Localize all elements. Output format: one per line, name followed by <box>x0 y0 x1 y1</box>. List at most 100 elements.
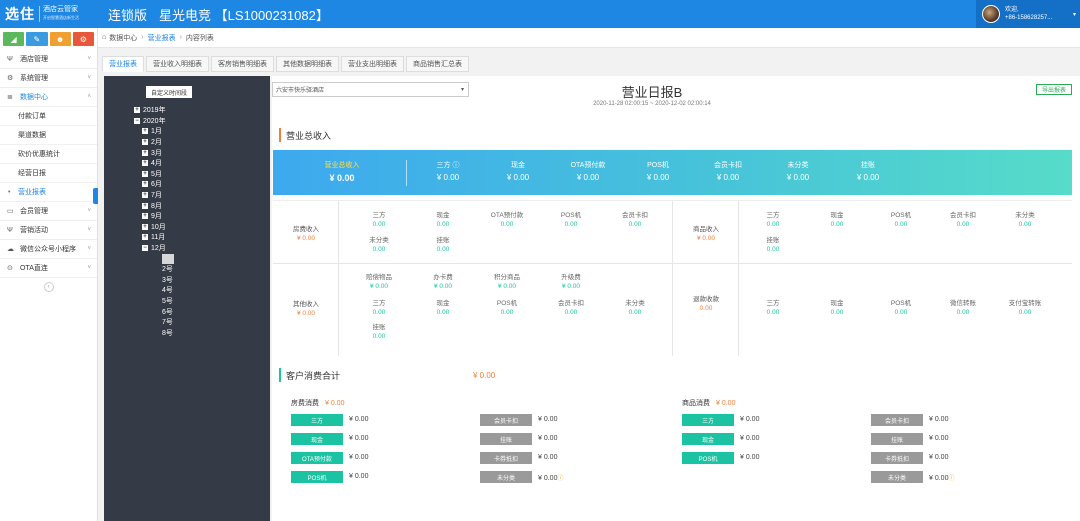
tree-node-label: 2020年 <box>143 117 166 125</box>
tree-node[interactable]: +9月 <box>134 211 174 222</box>
tree-node[interactable]: 5号 <box>134 296 174 307</box>
custom-range-button[interactable]: 自定义时间段 <box>146 86 192 98</box>
tree-node[interactable]: +4月 <box>134 158 174 169</box>
sidebar-subitem-2[interactable]: 砍价优惠统计 <box>0 145 97 164</box>
expand-icon[interactable]: + <box>142 160 148 167</box>
tree-node[interactable]: +6月 <box>134 179 174 190</box>
tree-node[interactable]: +8月 <box>134 200 174 211</box>
goods-income: 商品收入 ¥ 0.00 <box>676 223 736 242</box>
info-icon[interactable]: ⓘ <box>948 476 954 482</box>
tab-1[interactable]: 营业收入明细表 <box>146 56 209 72</box>
detail-cell-label: 会员卡扣 <box>558 300 584 307</box>
collapse-sidebar-button[interactable]: ‹ <box>43 282 54 292</box>
export-report-button[interactable]: 导出报表 <box>1036 84 1072 95</box>
collapse-icon[interactable]: − <box>134 117 140 124</box>
room-income: 房费收入 ¥ 0.00 <box>276 223 336 242</box>
room-consume-pill-value: ¥ 0.00 <box>349 454 369 461</box>
chevron-down-icon: ˅ <box>87 208 91 214</box>
chevron-down-icon: ˅ <box>87 265 91 271</box>
tree-node[interactable]: 3号 <box>134 275 174 286</box>
tree-node[interactable]: +2月 <box>134 137 174 148</box>
sidebar-item-3[interactable]: ▭ 会员管理 ˅ <box>0 202 97 221</box>
expand-icon[interactable]: + <box>142 128 148 135</box>
detail-cell-label: 办卡费 <box>433 274 453 281</box>
expand-icon[interactable]: + <box>134 107 140 114</box>
gear-icon[interactable]: ⚙ <box>72 32 94 46</box>
detail-cell-value: ¥ 0.00 <box>561 283 581 290</box>
tree-node[interactable]: +1月 <box>134 126 174 137</box>
tree-node[interactable]: 7号 <box>134 317 174 328</box>
sidebar-item-2[interactable]: ≣ 数据中心 ˄ <box>0 88 97 107</box>
app-logo[interactable]: 选住 酒店云管家 开启智慧酒店新生活 <box>0 4 104 24</box>
expand-icon[interactable]: + <box>142 202 148 209</box>
expand-icon[interactable]: + <box>142 223 148 230</box>
detail-cell-value: 0.00 <box>628 221 642 228</box>
expand-icon[interactable]: + <box>142 192 148 199</box>
user-menu[interactable]: 欢迎, +86-158628257... ▾ <box>976 0 1080 28</box>
expand-icon[interactable]: + <box>142 213 148 220</box>
room-consume-pill: OTA预付款 <box>291 452 343 464</box>
tree-node[interactable]: +2019年 <box>134 105 174 116</box>
tree-node-label <box>162 253 174 264</box>
tab-0[interactable]: 营业报表 <box>102 56 144 72</box>
summary-label: OTA预付款 <box>570 162 606 169</box>
sidebar-subitem-3[interactable]: 经营日报 <box>0 164 97 183</box>
tree-node-label: 3月 <box>151 149 162 157</box>
tree-node[interactable]: +10月 <box>134 222 174 233</box>
tab-3[interactable]: 其他数据明细表 <box>276 56 339 72</box>
chevron-down-icon: ˅ <box>87 75 91 81</box>
tree-node[interactable]: +7月 <box>134 190 174 201</box>
tab-2[interactable]: 客房销售明细表 <box>211 56 274 72</box>
collapse-icon[interactable]: − <box>142 245 148 252</box>
detail-cell-label: 挂账 <box>436 237 450 244</box>
expand-icon[interactable]: + <box>142 181 148 188</box>
breadcrumb-section[interactable]: 营业报表 <box>148 33 176 43</box>
divider <box>338 201 339 356</box>
tree-node-label: 7月 <box>151 192 162 200</box>
tree-node[interactable]: +11月 <box>134 232 174 243</box>
tree-node[interactable]: −2020年 <box>134 116 174 127</box>
consumption-total: ¥ 0.00 <box>473 371 496 380</box>
sidebar-subitem-1[interactable]: 渠道数据 <box>0 126 97 145</box>
sidebar-item-6[interactable]: ⊙ OTA直连 ˅ <box>0 259 97 278</box>
refund-income: 退款收款 0.00 <box>676 293 736 312</box>
goods-consume-title: 商品消费 ¥ 0.00 <box>682 398 735 408</box>
tree-node[interactable]: 6号 <box>134 306 174 317</box>
detail-cell-value: 0.00 <box>564 309 578 316</box>
sidebar-subitem-4[interactable]: 营业报表 <box>0 183 97 202</box>
tree-node[interactable]: −12月 <box>134 243 174 254</box>
expand-icon[interactable]: + <box>142 234 148 241</box>
detail-cell-label: 挂账 <box>766 237 780 244</box>
tree-node[interactable]: +5月 <box>134 169 174 180</box>
store-select[interactable]: 六安市快乐驿酒店 ▾ <box>272 82 469 97</box>
detail-cell-value: 0.00 <box>500 309 514 316</box>
sidebar-item-1[interactable]: ⚙ 系统管理 ˅ <box>0 69 97 88</box>
report-date-range: 2020-11-28 02:00:15 ~ 2020-12-02 02:00:1… <box>593 101 711 107</box>
users-icon[interactable]: ☻ <box>49 32 71 46</box>
tab-4[interactable]: 营业支出明细表 <box>341 56 404 72</box>
info-icon[interactable]: ⓘ <box>557 476 563 482</box>
report-main: 六安市快乐驿酒店 ▾ 营业日报B 2020-11-28 02:00:15 ~ 2… <box>272 76 1080 521</box>
tree-node[interactable]: 8号 <box>134 327 174 338</box>
sidebar-subitem-0[interactable]: 付款订单 <box>0 107 97 126</box>
chart-icon[interactable]: ◢ <box>3 32 25 46</box>
expand-icon[interactable]: + <box>142 139 148 146</box>
detail-cell-label: POS机 <box>890 212 912 219</box>
detail-cell-value: 0.00 <box>372 309 386 316</box>
detail-cell: 三方 0.00 <box>743 209 803 228</box>
tree-node[interactable]: +3月 <box>134 147 174 158</box>
detail-cell: 会员卡扣 0.00 <box>933 209 993 228</box>
expand-icon[interactable]: + <box>142 149 148 156</box>
tree-node[interactable]: 2号 <box>134 264 174 275</box>
tree-node[interactable] <box>134 253 174 264</box>
pencil-icon[interactable]: ✎ <box>26 32 48 46</box>
sidebar-item-5[interactable]: ☁ 微信公众号小程序 ˅ <box>0 240 97 259</box>
expand-icon[interactable]: + <box>142 170 148 177</box>
tab-5[interactable]: 商品销售汇总表 <box>406 56 469 72</box>
sidebar-item-4[interactable]: Ψ 营销活动 ˅ <box>0 221 97 240</box>
tree-node[interactable]: 4号 <box>134 285 174 296</box>
tree-node-label: 6号 <box>162 308 173 316</box>
detail-cell-label: 现金 <box>830 212 844 219</box>
breadcrumb-home[interactable]: 数据中心 <box>109 33 137 43</box>
sidebar-item-0[interactable]: Ψ 酒店管理 ˅ <box>0 50 97 69</box>
